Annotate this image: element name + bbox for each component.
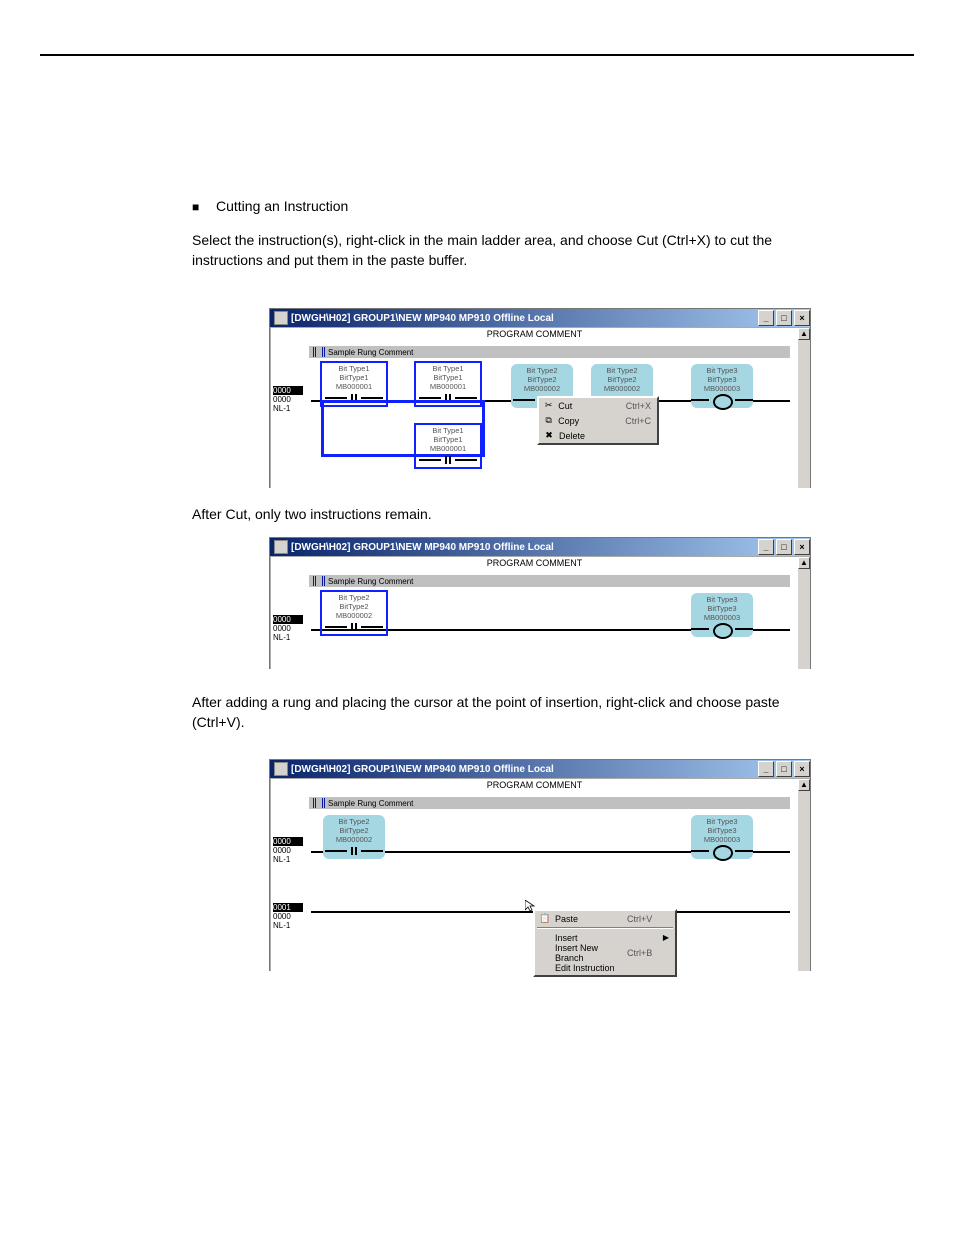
contact-2[interactable]: Bit Type1BitType1MB000001 xyxy=(417,364,479,404)
rung-comment: Sample Rung Comment xyxy=(309,346,790,358)
menu-delete[interactable]: ✖ Delete xyxy=(539,428,657,443)
paragraph-1: Select the instruction(s), right-click i… xyxy=(192,230,812,270)
bullet-icon: ■ xyxy=(192,200,199,214)
rung-comment: Sample Rung Comment xyxy=(309,575,790,587)
minimize-button[interactable]: _ xyxy=(758,310,774,326)
contact-1[interactable]: Bit Type1BitType1MB000001 xyxy=(323,364,385,404)
rung-number-1: 0001 0000 NL-1 xyxy=(271,893,303,939)
page-rule xyxy=(40,54,914,56)
menu-edit-instruction[interactable]: Edit Instruction xyxy=(535,960,675,975)
coil-r0[interactable]: Bit Type3BitType3MB000003 xyxy=(691,815,753,859)
window-title: [DWGH\H02] GROUP1\NEW MP940 MP910 Offlin… xyxy=(291,764,554,775)
close-button[interactable]: × xyxy=(794,310,810,326)
vscrollbar[interactable]: ▲ xyxy=(798,779,810,971)
contact-r0[interactable]: Bit Type2BitType2MB000002 xyxy=(323,815,385,859)
vscrollbar[interactable]: ▲ xyxy=(798,328,810,488)
maximize-button[interactable]: □ xyxy=(776,310,792,326)
program-comment: PROGRAM COMMENT xyxy=(271,557,798,570)
context-menu-cut[interactable]: ✂ CutCtrl+X ⧉ CopyCtrl+C ✖ Delete xyxy=(537,396,659,445)
menu-copy[interactable]: ⧉ CopyCtrl+C xyxy=(539,413,657,428)
rung-number-0: 0000 0000 NL-1 xyxy=(271,827,303,873)
menu-paste[interactable]: 📋 PasteCtrl+V xyxy=(535,911,675,926)
app-icon xyxy=(274,311,288,325)
close-button[interactable]: × xyxy=(794,539,810,555)
rung-number: 0000 0000 NL-1 xyxy=(271,376,303,422)
menu-insert-branch[interactable]: Insert New BranchCtrl+B xyxy=(535,945,675,960)
maximize-button[interactable]: □ xyxy=(776,761,792,777)
coil-1[interactable]: Bit Type3BitType3MB000003 xyxy=(691,364,753,408)
program-comment: PROGRAM COMMENT xyxy=(271,328,798,341)
paragraph-2: After adding a rung and placing the curs… xyxy=(192,692,812,732)
rung-comment: Sample Rung Comment xyxy=(309,797,790,809)
screenshot-1: [DWGH\H02] GROUP1\NEW MP940 MP910 Offlin… xyxy=(270,309,810,487)
scroll-up-icon[interactable]: ▲ xyxy=(798,779,810,791)
rung-number: 0000 0000 NL-1 xyxy=(271,605,303,651)
screenshot-2: [DWGH\H02] GROUP1\NEW MP940 MP910 Offlin… xyxy=(270,538,810,668)
context-menu-paste[interactable]: 📋 PasteCtrl+V Insert▶ Insert New BranchC… xyxy=(533,909,677,977)
contact-remaining[interactable]: Bit Type2BitType2MB000002 xyxy=(323,593,385,633)
scroll-up-icon[interactable]: ▲ xyxy=(798,328,810,340)
section-heading: ■ xyxy=(192,200,211,214)
scroll-up-icon[interactable]: ▲ xyxy=(798,557,810,569)
window-title: [DWGH\H02] GROUP1\NEW MP940 MP910 Offlin… xyxy=(291,313,554,324)
close-button[interactable]: × xyxy=(794,761,810,777)
submenu-arrow-icon: ▶ xyxy=(663,933,669,942)
menu-cut[interactable]: ✂ CutCtrl+X xyxy=(539,398,657,413)
window-title: [DWGH\H02] GROUP1\NEW MP940 MP910 Offlin… xyxy=(291,542,554,553)
screenshot-3: [DWGH\H02] GROUP1\NEW MP940 MP910 Offlin… xyxy=(270,760,810,970)
heading-text: Cutting an Instruction xyxy=(216,198,348,214)
copy-icon: ⧉ xyxy=(543,415,554,427)
contact-branch[interactable]: Bit Type1BitType1MB000001 xyxy=(417,426,479,466)
titlebar: [DWGH\H02] GROUP1\NEW MP940 MP910 Offlin… xyxy=(270,309,810,327)
scissors-icon: ✂ xyxy=(543,400,554,412)
paste-icon: 📋 xyxy=(539,913,551,925)
app-icon xyxy=(274,762,288,776)
delete-icon: ✖ xyxy=(543,430,555,442)
maximize-button[interactable]: □ xyxy=(776,539,792,555)
vscrollbar[interactable]: ▲ xyxy=(798,557,810,669)
program-comment: PROGRAM COMMENT xyxy=(271,779,798,792)
paragraph-after-cut: After Cut, only two instructions remain. xyxy=(192,506,432,522)
minimize-button[interactable]: _ xyxy=(758,761,774,777)
minimize-button[interactable]: _ xyxy=(758,539,774,555)
coil-remaining[interactable]: Bit Type3BitType3MB000003 xyxy=(691,593,753,637)
app-icon xyxy=(274,540,288,554)
